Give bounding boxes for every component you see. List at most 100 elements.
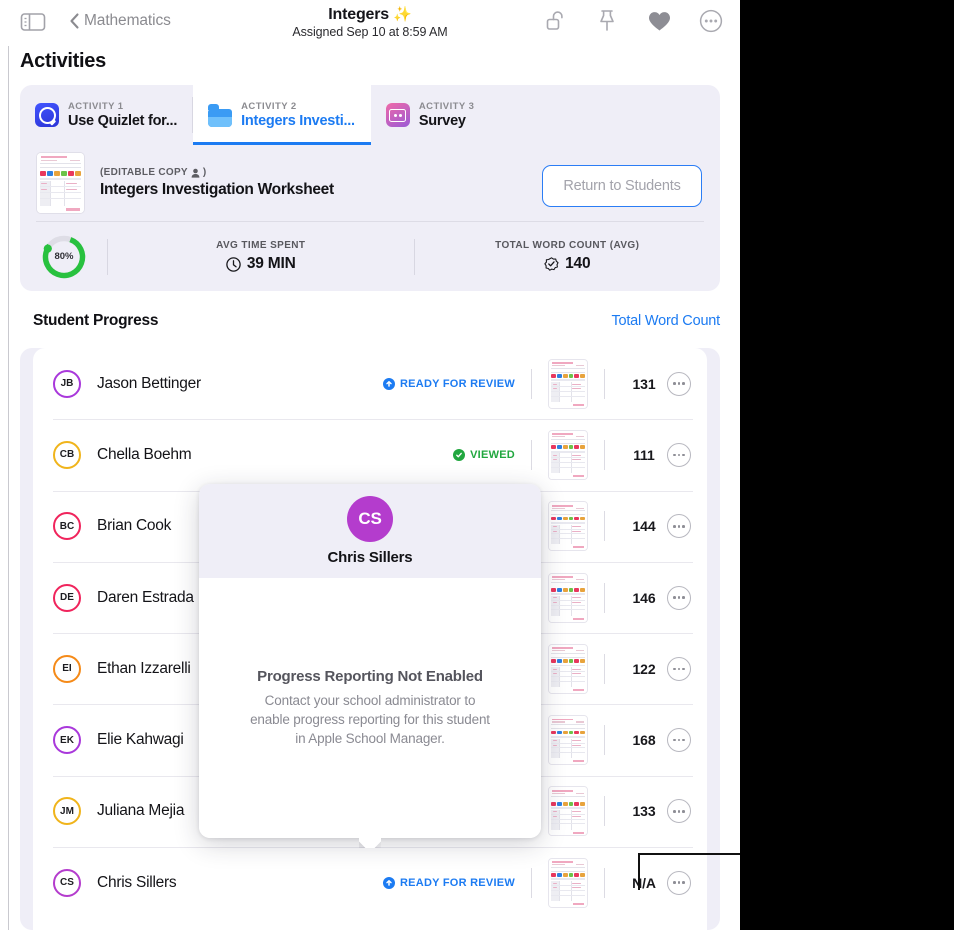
word-count-value: 146 — [621, 590, 667, 606]
tab-activity-2-kicker: ACTIVITY 2 — [241, 101, 355, 112]
status-badge-label: READY FOR REVIEW — [400, 378, 515, 390]
status-badge-label: READY FOR REVIEW — [400, 877, 515, 889]
word-count-value: 131 — [621, 376, 667, 392]
heart-icon[interactable] — [646, 8, 672, 34]
row-more-icon[interactable] — [667, 443, 691, 467]
more-icon[interactable] — [698, 8, 724, 34]
popover-tail — [359, 837, 381, 848]
quizlet-icon — [35, 103, 59, 127]
pin-icon[interactable] — [594, 8, 620, 34]
submission-thumbnail[interactable] — [548, 573, 588, 623]
pages-folder-icon — [208, 103, 232, 127]
popover-description: Contact your school administrator to ena… — [245, 691, 495, 748]
status-badge: VIEWED — [453, 449, 515, 461]
stat-total-word-count: TOTAL WORD COUNT (AVG) 140 — [415, 240, 721, 273]
row-divider-2 — [604, 440, 605, 470]
avatar: EI — [53, 655, 81, 683]
return-to-students-button[interactable]: Return to Students — [542, 165, 702, 207]
row-more-icon[interactable] — [667, 372, 691, 396]
stat-word-count-label: TOTAL WORD COUNT (AVG) — [415, 240, 721, 251]
avatar: CB — [53, 441, 81, 469]
document-thumbnail[interactable] — [36, 152, 85, 214]
row-divider-2 — [604, 583, 605, 613]
popover-body: Progress Reporting Not Enabled Contact y… — [199, 578, 541, 838]
row-more-icon[interactable] — [667, 586, 691, 610]
sparkles-icon: ✨ — [393, 6, 411, 23]
stats-row: 80% AVG TIME SPENT 39 MIN TOTAL WORD COU… — [20, 222, 720, 291]
total-word-count-link[interactable]: Total Word Count — [611, 313, 720, 329]
avatar: BC — [53, 512, 81, 540]
word-count-value: 111 — [621, 447, 667, 463]
student-progress-title: Student Progress — [33, 312, 158, 330]
toolbar-actions — [542, 8, 724, 34]
tab-activity-1[interactable]: ACTIVITY 1 Use Quizlet for... — [20, 85, 193, 145]
student-name: Chris Sillers — [97, 874, 383, 892]
back-button-label: Mathematics — [84, 12, 171, 30]
back-button[interactable]: Mathematics — [70, 12, 171, 30]
row-more-icon[interactable] — [667, 657, 691, 681]
stat-avg-time-label: AVG TIME SPENT — [108, 240, 414, 251]
tabs-filler — [490, 85, 720, 145]
row-divider — [531, 369, 532, 399]
ready-for-review-icon — [383, 877, 395, 889]
row-divider-2 — [604, 369, 605, 399]
document-row: (EDITABLE COPY ) Integers Investigation … — [20, 145, 720, 221]
row-more-icon[interactable] — [667, 871, 691, 895]
row-divider — [531, 440, 532, 470]
app-window: Mathematics Integers ✨ Assigned Sep 10 a… — [0, 0, 740, 930]
avatar: EK — [53, 726, 81, 754]
submission-thumbnail[interactable] — [548, 715, 588, 765]
window-edge-line — [8, 0, 9, 930]
table-row[interactable]: JBJason BettingerREADY FOR REVIEW131 — [33, 348, 707, 419]
submission-thumbnail[interactable] — [548, 430, 588, 480]
submission-thumbnail[interactable] — [548, 858, 588, 908]
unlock-icon[interactable] — [542, 8, 568, 34]
person-icon — [191, 168, 200, 178]
row-more-icon[interactable] — [667, 728, 691, 752]
stat-avg-time-spent: AVG TIME SPENT 39 MIN — [108, 240, 414, 273]
sidebar-toggle-icon[interactable] — [20, 11, 46, 33]
row-divider-2 — [604, 868, 605, 898]
tab-activity-1-label: Use Quizlet for... — [68, 113, 177, 129]
word-count-value: N/A — [621, 875, 667, 891]
status-badge: READY FOR REVIEW — [383, 378, 515, 390]
submission-thumbnail[interactable] — [548, 359, 588, 409]
word-count-value: 168 — [621, 732, 667, 748]
page-title: Activities — [20, 50, 106, 73]
submission-thumbnail[interactable] — [548, 501, 588, 551]
tab-activity-3-kicker: ACTIVITY 3 — [419, 101, 475, 112]
top-toolbar: Mathematics Integers ✨ Assigned Sep 10 a… — [0, 0, 740, 46]
status-badge-label: VIEWED — [470, 449, 515, 461]
status-badge: READY FOR REVIEW — [383, 877, 515, 889]
stat-avg-time-value-wrap: 39 MIN — [108, 255, 414, 273]
tab-activity-2-label: Integers Investi... — [241, 113, 355, 129]
word-count-value: 144 — [621, 518, 667, 534]
editable-copy-kicker: (EDITABLE COPY ) — [100, 167, 334, 178]
row-divider-2 — [604, 725, 605, 755]
word-count-value: 122 — [621, 661, 667, 677]
avatar: JM — [53, 797, 81, 825]
popover-header: CS Chris Sillers — [199, 484, 541, 578]
avatar: CS — [53, 869, 81, 897]
viewed-check-icon — [453, 449, 465, 461]
row-divider — [531, 868, 532, 898]
survey-icon — [386, 103, 410, 127]
row-more-icon[interactable] — [667, 799, 691, 823]
table-row[interactable]: CS Chris Sillers READY FOR REVIEW N/A — [33, 847, 707, 918]
student-name: Chella Boehm — [97, 446, 453, 464]
avatar: CS — [347, 496, 393, 542]
submission-thumbnail[interactable] — [548, 644, 588, 694]
progress-ring: 80% — [41, 234, 87, 280]
document-title: Integers Investigation Worksheet — [100, 181, 334, 199]
editable-copy-text: (EDITABLE COPY — [100, 167, 188, 178]
row-more-icon[interactable] — [667, 514, 691, 538]
tab-activity-3[interactable]: ACTIVITY 3 Survey — [371, 85, 491, 145]
submission-thumbnail[interactable] — [548, 786, 588, 836]
activities-card: ACTIVITY 1 Use Quizlet for... ACTIVITY 2… — [20, 85, 720, 291]
popover-heading: Progress Reporting Not Enabled — [257, 668, 483, 685]
tab-activity-2[interactable]: ACTIVITY 2 Integers Investi... — [193, 85, 371, 145]
activity-tabs: ACTIVITY 1 Use Quizlet for... ACTIVITY 2… — [20, 85, 720, 145]
popover-student-name: Chris Sillers — [328, 549, 413, 566]
row-divider-2 — [604, 511, 605, 541]
table-row[interactable]: CB Chella Boehm VIEWED 111 — [33, 419, 707, 490]
